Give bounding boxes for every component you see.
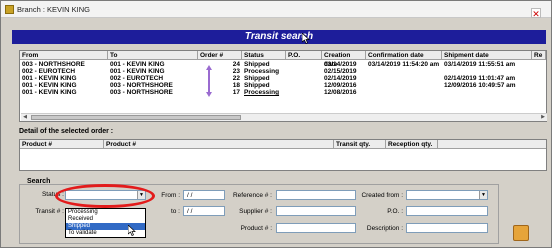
table-row[interactable]: 003 - NORTHSHORE 001 - KEVIN KING 24 Shippe… bbox=[20, 61, 546, 68]
cell-shipped: 02/14/2019 11:01:47 am bbox=[444, 75, 516, 82]
date-to-field[interactable]: / / bbox=[183, 206, 225, 216]
detail-col-product-name[interactable]: Product # bbox=[104, 140, 334, 149]
cell-status: Shipped bbox=[244, 61, 270, 68]
supplier-label: Supplier # : bbox=[239, 208, 272, 215]
product-field[interactable] bbox=[276, 223, 356, 233]
po-field[interactable] bbox=[406, 206, 488, 216]
cell-status: Shipped bbox=[244, 75, 270, 82]
description-label: Description : bbox=[366, 225, 403, 232]
col-header-creation-date[interactable]: Creation date bbox=[322, 51, 366, 68]
detail-grid[interactable]: Product # Product # Transit qty. Recepti… bbox=[19, 139, 547, 171]
cell-created: 02/15/2019 bbox=[324, 68, 357, 75]
reference-field[interactable] bbox=[276, 190, 356, 200]
table-row[interactable]: 001 - KEVIN KING 003 - NORTHSHORE 18 Shippe… bbox=[20, 82, 546, 89]
date-from-field[interactable]: / / bbox=[183, 190, 225, 200]
cell-from: 001 - KEVIN KING bbox=[22, 75, 77, 82]
cell-created: 02/14/2019 bbox=[324, 75, 357, 82]
reference-label: Reference # : bbox=[232, 192, 272, 199]
close-icon[interactable]: ✕ bbox=[531, 8, 541, 19]
product-label: Product # : bbox=[240, 225, 272, 232]
grid-header: From To Order # Status P.O. Creation dat… bbox=[20, 51, 546, 68]
cell-from: 001 - KEVIN KING bbox=[22, 89, 77, 96]
col-header-to[interactable]: To bbox=[108, 51, 198, 60]
cell-from: 002 - EUROTECH bbox=[22, 68, 76, 75]
po-label: P.O. : bbox=[387, 208, 403, 215]
scroll-right-icon[interactable]: ▶ bbox=[539, 114, 547, 121]
table-row[interactable]: 002 - EUROTECH 001 - KEVIN KING 23 Processi… bbox=[20, 68, 546, 75]
col-header-po[interactable]: P.O. bbox=[286, 51, 322, 60]
status-option-processing[interactable]: Processing bbox=[66, 209, 145, 216]
created-from-label: Created from : bbox=[361, 192, 403, 199]
cell-to: 003 - NORTHSHORE bbox=[110, 89, 173, 96]
scroll-thumb[interactable] bbox=[31, 115, 241, 120]
cell-shipped: 03/14/2019 11:55:51 am bbox=[444, 61, 516, 68]
cell-created: 12/09/2016 bbox=[324, 82, 357, 89]
col-header-from[interactable]: From bbox=[20, 51, 108, 60]
description-field[interactable] bbox=[406, 223, 488, 233]
table-row[interactable]: 001 - KEVIN KING 002 - EUROTECH 22 Shipped 0… bbox=[20, 75, 546, 82]
detail-title: Detail of the selected order : bbox=[19, 128, 114, 135]
grid-horizontal-scrollbar[interactable]: ◀ ▶ bbox=[21, 113, 547, 121]
status-option-received[interactable]: Received bbox=[66, 216, 145, 223]
col-header-shipment-date[interactable]: Shipment date bbox=[442, 51, 532, 60]
transit-grid[interactable]: From To Order # Status P.O. Creation dat… bbox=[19, 50, 547, 122]
col-header-status[interactable]: Status bbox=[242, 51, 286, 60]
mouse-cursor-icon bbox=[128, 225, 136, 236]
col-header-confirmation-date[interactable]: Confirmation date bbox=[366, 51, 442, 60]
created-from-select[interactable]: ▼ bbox=[406, 190, 488, 200]
transit-number-label: Transit # : bbox=[35, 208, 64, 215]
cell-to: 002 - EUROTECH bbox=[110, 75, 164, 82]
banner-cursor-icon bbox=[302, 33, 310, 44]
cell-to: 001 - KEVIN KING bbox=[110, 68, 165, 75]
cell-to: 001 - KEVIN KING bbox=[110, 61, 165, 68]
cell-status: Shipped bbox=[244, 82, 270, 89]
detail-col-reception-qty[interactable]: Reception qty. bbox=[386, 140, 438, 149]
col-header-order[interactable]: Order # bbox=[198, 51, 242, 60]
app-icon bbox=[5, 5, 14, 14]
title-bar: Branch : KEVIN KING bbox=[1, 1, 551, 18]
window-title: Branch : KEVIN KING bbox=[17, 5, 90, 14]
cell-status: Processing bbox=[244, 68, 280, 75]
date-to-label: to : bbox=[170, 208, 180, 215]
cell-from: 003 - NORTHSHORE bbox=[22, 61, 85, 68]
detail-col-transit-qty[interactable]: Transit qty. bbox=[334, 140, 386, 149]
double-arrow-icon bbox=[206, 65, 212, 97]
cell-shipped: 12/09/2016 10:49:57 am bbox=[444, 82, 516, 89]
cell-to: 003 - NORTHSHORE bbox=[110, 82, 173, 89]
cell-created: 03/14/2019 bbox=[324, 61, 357, 68]
page-title: Transit search bbox=[12, 30, 546, 44]
cell-confirmed: 03/14/2019 11:54:20 am bbox=[368, 61, 440, 68]
detail-col-product-code[interactable]: Product # bbox=[20, 140, 104, 149]
highlight-annotation bbox=[55, 184, 155, 208]
detail-grid-header: Product # Product # Transit qty. Recepti… bbox=[20, 140, 546, 149]
table-row[interactable]: 001 - KEVIN KING 003 - NORTHSHORE 17 Proces… bbox=[20, 89, 546, 96]
cell-status: Processing bbox=[244, 89, 280, 96]
created-from-chevron-down-icon[interactable]: ▼ bbox=[479, 191, 487, 199]
exit-icon[interactable] bbox=[513, 225, 529, 241]
cell-created: 12/08/2016 bbox=[324, 89, 357, 96]
col-header-re[interactable]: Re bbox=[532, 51, 546, 60]
cell-from: 001 - KEVIN KING bbox=[22, 82, 77, 89]
scroll-left-icon[interactable]: ◀ bbox=[21, 114, 29, 121]
supplier-field[interactable] bbox=[276, 206, 356, 216]
